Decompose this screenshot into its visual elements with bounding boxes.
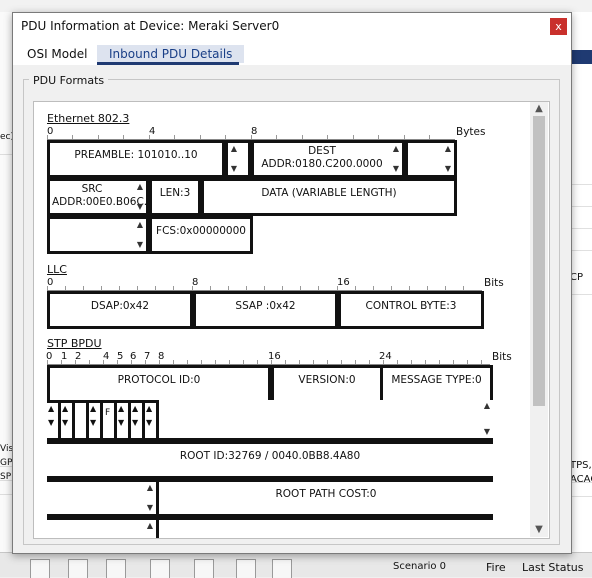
root-path-cost-field[interactable]: ROOT PATH COST:0 — [159, 479, 493, 517]
scroll-down-icon[interactable]: ▼ — [530, 523, 548, 537]
right-cut-text: CP — [570, 272, 592, 295]
connection-icon[interactable] — [30, 559, 50, 578]
message-type-field[interactable]: MESSAGE TYPE:0 — [380, 365, 493, 403]
ruler-label: 7 — [144, 351, 151, 362]
dest-addr-overflow[interactable]: ▲ ▼ — [405, 140, 457, 178]
dest-addr-field[interactable]: DEST ADDR:0180.C200.0000 ▲ ▼ — [251, 140, 405, 178]
src-addr-field[interactable]: SRC ADDR:00E0.B06C.C202▲▼ — [47, 178, 149, 216]
ruler-unit: Bytes — [456, 126, 486, 138]
preamble-spinner[interactable]: ▲ ▼ — [225, 140, 251, 178]
active-tab-indicator — [97, 62, 239, 65]
ruler-unit: Bits — [484, 277, 504, 289]
background-header-bar — [570, 50, 592, 64]
ethernet-title: Ethernet 802.3 — [47, 112, 130, 125]
connection-icon[interactable] — [272, 559, 292, 578]
control-byte-field[interactable]: CONTROL BYTE:3 — [338, 291, 484, 329]
dialog-title: PDU Information at Device: Meraki Server… — [21, 19, 280, 33]
ruler-unit: Bits — [492, 351, 512, 363]
connection-icon[interactable] — [68, 559, 88, 578]
connection-icon[interactable] — [236, 559, 256, 578]
last-status-column-label: Last Status — [522, 561, 584, 574]
ruler-label: 16 — [268, 351, 281, 362]
stp-bpdu-title: STP BPDU — [47, 337, 102, 350]
scenario-select[interactable]: Scenario 0 — [393, 561, 446, 572]
len-field[interactable]: LEN:3 — [149, 178, 201, 216]
pdu-formats-panel: Ethernet 802.3 0 4 8 Bytes PREAMBLE: 101… — [33, 101, 550, 539]
connection-icon[interactable] — [194, 559, 214, 578]
ruler-label: 8 — [251, 126, 258, 137]
flag-f-field[interactable]: F — [103, 403, 117, 441]
pdu-information-dialog: PDU Information at Device: Meraki Server… — [12, 12, 572, 554]
fcs-field[interactable]: FCS:0x00000000 — [149, 216, 253, 254]
pdu-formats-title: PDU Formats — [29, 74, 109, 87]
ruler-label: 16 — [337, 277, 350, 288]
ruler-label: 2 — [75, 351, 82, 362]
ruler-label: 8 — [192, 277, 199, 288]
connection-icon[interactable] — [106, 559, 126, 578]
background-status-bar: Scenario 0 Fire Last Status — [0, 552, 592, 578]
next-field-partial[interactable]: ▲ — [47, 517, 159, 538]
root-id-continuation-field[interactable]: ▲ ▼ — [47, 479, 159, 517]
flag-bit-field[interactable]: ▲ ▼ — [61, 403, 75, 441]
close-button[interactable]: x — [550, 18, 567, 35]
version-field[interactable]: VERSION:0 — [271, 365, 383, 403]
flags-overflow-field[interactable]: ▲ ▼ — [159, 400, 493, 441]
llc-ruler — [47, 284, 482, 291]
dialog-titlebar[interactable]: PDU Information at Device: Meraki Server… — [13, 13, 571, 41]
protocol-id-field[interactable]: PROTOCOL ID:0 — [47, 365, 271, 403]
ruler-label: 0 — [47, 277, 54, 288]
data-field[interactable]: DATA (VARIABLE LENGTH) — [201, 178, 457, 216]
root-id-field[interactable]: ROOT ID:32769 / 0040.0BB8.4A80 — [47, 441, 493, 479]
connection-icon[interactable] — [150, 559, 170, 578]
next-field-partial[interactable] — [159, 517, 493, 538]
flag-bit-field[interactable]: ▲ ▼ — [131, 403, 145, 441]
ruler-label: 4 — [103, 351, 110, 362]
ssap-field[interactable]: SSAP :0x42 — [193, 291, 338, 329]
ruler-label: 4 — [149, 126, 156, 137]
ruler-label: 24 — [379, 351, 392, 362]
tab-inbound-pdu-details[interactable]: Inbound PDU Details — [97, 45, 245, 63]
llc-title: LLC — [47, 263, 67, 276]
flag-bit-field[interactable]: ▲ ▼ — [145, 403, 159, 441]
data-continuation-field[interactable]: ▲ ▼ — [47, 216, 149, 254]
preamble-field[interactable]: PREAMBLE: 101010..10 — [47, 140, 225, 178]
ruler-label: 6 — [130, 351, 137, 362]
flag-bit-field[interactable]: ▲ ▼ — [117, 403, 131, 441]
right-cut-text: ACAC — [570, 474, 592, 497]
scrollbar-thumb[interactable] — [533, 116, 545, 406]
ruler-label: 1 — [61, 351, 68, 362]
flag-bit-field[interactable] — [75, 403, 89, 441]
ruler-label: 5 — [117, 351, 124, 362]
fire-column-label: Fire — [486, 561, 506, 574]
dsap-field[interactable]: DSAP:0x42 — [47, 291, 193, 329]
flag-bit-field[interactable]: ▲ ▼ — [89, 403, 103, 441]
ruler-label: 0 — [47, 126, 54, 137]
ruler-label: 0 — [46, 351, 53, 362]
panel-scrollbar[interactable]: ▲ ▼ — [530, 102, 548, 537]
flag-bit-field[interactable]: ▲ ▼ — [47, 403, 61, 441]
ruler-label: 8 — [158, 351, 165, 362]
tab-osi-model[interactable]: OSI Model — [21, 45, 93, 63]
scroll-up-icon[interactable]: ▲ — [530, 102, 548, 116]
background-right-panel: CP TPS, ACAC — [570, 12, 592, 552]
